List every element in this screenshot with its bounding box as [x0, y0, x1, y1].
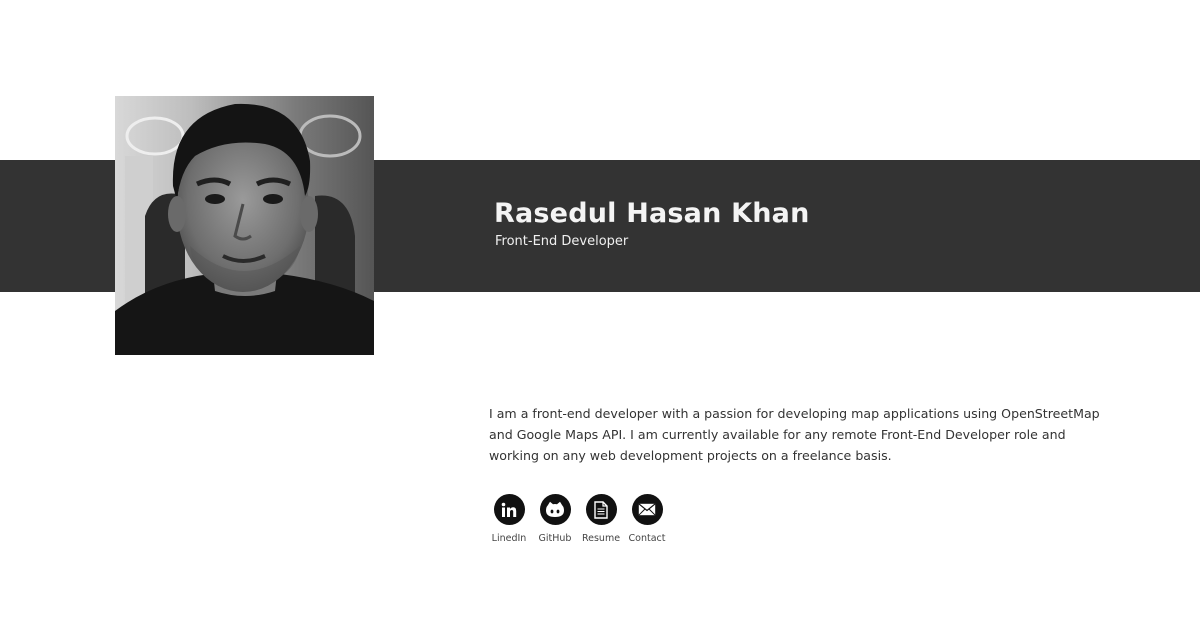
- profile-photo: [115, 96, 374, 355]
- profile-photo-image: [115, 96, 374, 355]
- resume-label: Resume: [581, 533, 621, 544]
- github-label: GitHub: [538, 533, 572, 544]
- profile-role: Front-End Developer: [495, 234, 629, 249]
- github-icon: [539, 494, 571, 525]
- mail-icon: [631, 494, 663, 525]
- linkedin-label: LinedIn: [491, 533, 527, 544]
- linkedin-link[interactable]: LinedIn: [486, 494, 532, 544]
- social-links: LinedIn GitHub Resume Contact: [486, 494, 670, 544]
- linkedin-icon: [493, 494, 525, 525]
- github-link[interactable]: GitHub: [532, 494, 578, 544]
- resume-link[interactable]: Resume: [578, 494, 624, 544]
- profile-name: Rasedul Hasan Khan: [494, 198, 810, 229]
- document-icon: [585, 494, 617, 525]
- contact-link[interactable]: Contact: [624, 494, 670, 544]
- profile-bio: I am a front-end developer with a passio…: [489, 406, 1100, 463]
- profile-page: Rasedul Hasan Khan Front-End Developer I…: [0, 0, 1200, 630]
- contact-label: Contact: [628, 533, 666, 544]
